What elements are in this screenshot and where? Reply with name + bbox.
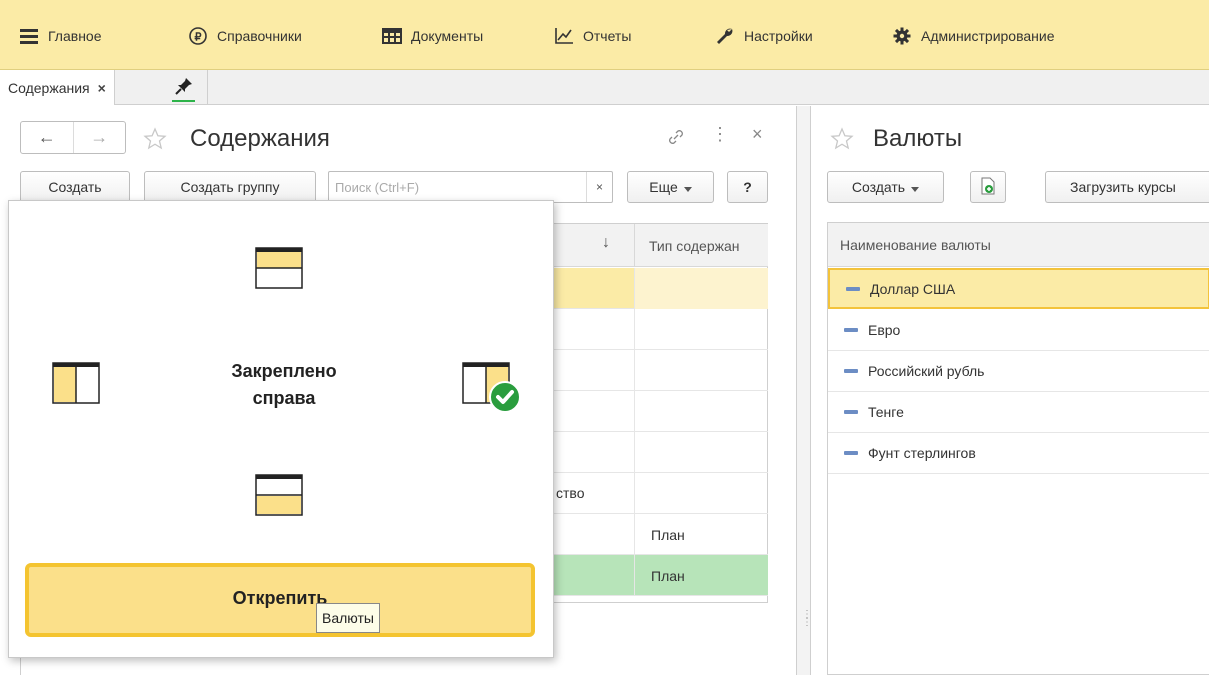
help-button[interactable]: ? — [727, 171, 768, 203]
clear-search-button[interactable]: × — [586, 172, 612, 202]
menu-item-settings[interactable]: Настройки — [714, 25, 813, 47]
back-button[interactable]: ← — [21, 122, 73, 153]
table-row[interactable]: Доллар США — [828, 268, 1209, 309]
create-button-label: Создать — [48, 179, 102, 195]
menu-item-documents[interactable]: Документы — [381, 25, 483, 47]
ruble-icon: ₽ — [187, 25, 209, 47]
forward-button[interactable]: → — [72, 122, 126, 153]
table-icon — [381, 25, 403, 47]
table-cell — [634, 391, 768, 432]
table-row[interactable]: Российский рубль — [828, 351, 1209, 392]
tooltip: Валюты — [316, 603, 380, 633]
caption-line-1: Закреплено — [231, 361, 337, 381]
form-title: Содержания — [190, 125, 330, 152]
tab-pinned[interactable] — [160, 70, 208, 105]
create-currency-button[interactable]: Создать — [827, 171, 944, 203]
add-document-icon — [980, 177, 996, 198]
svg-text:₽: ₽ — [195, 32, 202, 44]
close-form-icon[interactable]: × — [752, 124, 763, 145]
currency-name: Российский рубль — [868, 363, 985, 379]
chart-icon — [553, 25, 575, 47]
table-cell: План — [634, 514, 768, 555]
main-menu-bar: Главное ₽ Справочники Документы Отчеты Н… — [0, 0, 1209, 70]
close-icon[interactable]: × — [98, 80, 106, 96]
link-icon[interactable] — [667, 128, 685, 151]
checkmark-icon — [489, 381, 521, 413]
currency-name: Доллар США — [870, 280, 956, 297]
tab-label: Содержания — [8, 79, 90, 96]
menu-item-label: Справочники — [217, 28, 302, 44]
menu-item-main[interactable]: Главное — [18, 25, 102, 47]
favorite-star-icon[interactable] — [830, 127, 854, 151]
pin-bottom-icon[interactable] — [255, 474, 303, 516]
menu-item-label: Документы — [411, 28, 484, 44]
menu-item-label: Настройки — [744, 28, 813, 44]
favorite-star-icon[interactable] — [143, 127, 167, 151]
table-row[interactable]: Тенге — [828, 392, 1209, 433]
table-cell — [634, 473, 768, 514]
more-vertical-icon[interactable]: ⋮ — [711, 124, 729, 145]
load-rates-button[interactable]: Загрузить курсы — [1045, 171, 1209, 203]
create-button-label: Создать — [851, 179, 906, 195]
pin-status-caption: Закреплено справа — [184, 358, 384, 412]
currency-name: Тенге — [868, 404, 904, 420]
hamburger-icon — [18, 25, 40, 47]
more-button-label: Еще — [649, 179, 678, 195]
currency-name: Евро — [868, 322, 901, 338]
currency-name: Фунт стерлингов — [868, 445, 976, 461]
table-cell — [634, 432, 768, 473]
more-button[interactable]: Еще — [627, 171, 714, 203]
table-cell: План — [634, 555, 768, 596]
item-marker-icon — [844, 410, 858, 414]
pin-top-icon[interactable] — [255, 247, 303, 289]
create-button[interactable]: Создать — [20, 171, 130, 203]
help-icon: ? — [743, 179, 752, 195]
unpin-button[interactable]: Открепить — [25, 563, 535, 637]
nav-buttons: ← → — [20, 121, 126, 154]
item-marker-icon — [844, 369, 858, 373]
create-group-label: Создать группу — [180, 179, 280, 195]
add-from-classifier-button[interactable] — [970, 171, 1006, 203]
table-cell — [634, 309, 768, 350]
table-row[interactable]: Евро — [828, 310, 1209, 351]
table-cell: ство — [556, 485, 585, 501]
menu-item-label: Главное — [48, 28, 102, 44]
wrench-icon — [714, 25, 736, 47]
item-marker-icon — [846, 286, 860, 291]
dropdown-arrow-icon — [911, 179, 920, 195]
tab-contents[interactable]: Содержания × — [0, 70, 115, 105]
dropdown-arrow-icon — [683, 179, 692, 195]
menu-item-label: Администрирование — [921, 28, 1055, 44]
item-marker-icon — [844, 328, 858, 332]
sort-arrow-icon[interactable]: ↓ — [602, 234, 610, 252]
pin-right-icon[interactable] — [462, 362, 526, 416]
item-marker-icon — [844, 451, 858, 455]
load-rates-label: Загрузить курсы — [1070, 179, 1176, 195]
menu-item-admin[interactable]: Администрирование — [891, 25, 1055, 47]
menu-item-label: Отчеты — [583, 28, 632, 44]
gear-icon — [891, 25, 913, 47]
menu-item-reports[interactable]: Отчеты — [553, 25, 631, 47]
form-title: Валюты — [873, 125, 963, 152]
panel-splitter[interactable]: ⋮ ⋮ — [796, 106, 812, 675]
currencies-table: Наименование валюты Доллар США Евро Росс… — [827, 222, 1209, 675]
pin-icon — [174, 77, 193, 98]
search-field[interactable]: × — [328, 171, 613, 203]
table-row[interactable]: Фунт стерлингов — [828, 433, 1209, 474]
unpin-label: Открепить — [232, 587, 328, 608]
active-tab-indicator — [172, 100, 195, 102]
column-header-type[interactable]: Тип содержан — [634, 224, 768, 267]
table-cell — [634, 268, 768, 309]
column-header-currency-name[interactable]: Наименование валюты — [828, 223, 1209, 267]
caption-line-2: справа — [252, 388, 316, 408]
table-cell — [634, 350, 768, 391]
create-group-button[interactable]: Создать группу — [144, 171, 316, 203]
open-windows-bar: Содержания × — [0, 70, 1209, 105]
pin-left-icon[interactable] — [52, 362, 100, 404]
search-input[interactable] — [329, 173, 586, 201]
menu-item-catalogs[interactable]: ₽ Справочники — [187, 25, 302, 47]
